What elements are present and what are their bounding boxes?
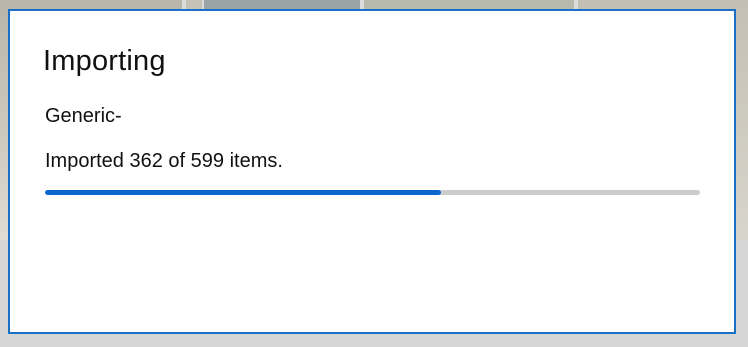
device-name: Generic- bbox=[45, 105, 122, 127]
dialog-title: Importing bbox=[43, 45, 166, 77]
import-status-text: Imported 362 of 599 items. bbox=[45, 150, 283, 172]
import-progress-bar bbox=[45, 190, 700, 195]
import-progress-dialog: Importing Generic- Imported 362 of 599 i… bbox=[8, 9, 736, 334]
import-progress-fill bbox=[45, 190, 441, 195]
